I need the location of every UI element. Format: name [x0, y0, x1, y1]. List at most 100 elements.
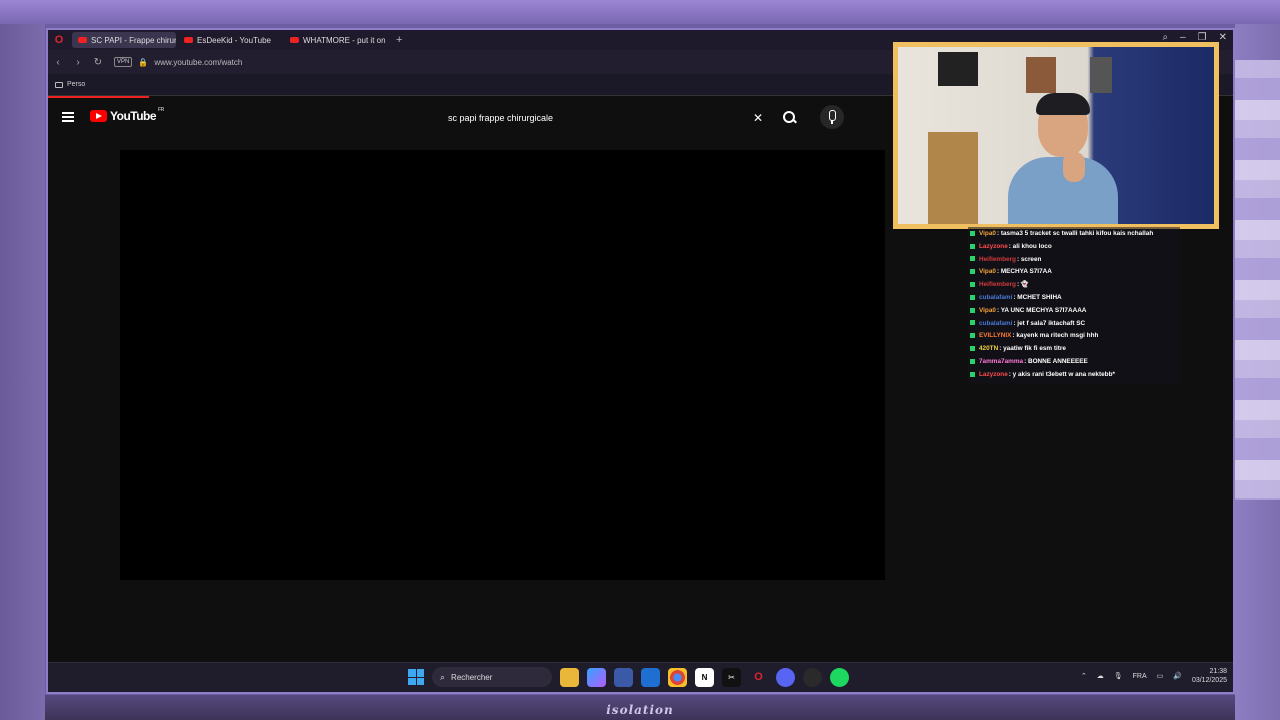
badge-icon: [970, 358, 975, 364]
volume-icon[interactable]: 🔊: [1173, 672, 1182, 680]
close-button[interactable]: ✕: [1219, 32, 1227, 43]
video-player[interactable]: [120, 150, 885, 580]
badge-icon: [970, 269, 975, 275]
vpn-badge[interactable]: VPN: [114, 57, 133, 67]
chat-username: EVILLYNIX: [979, 332, 1012, 340]
chat-message: Vipa0: MECHYA S7I7AA: [970, 266, 1178, 279]
cloud-icon[interactable]: ☁: [1097, 672, 1104, 680]
microphone-tray-icon[interactable]: 🎙: [1114, 672, 1123, 680]
menu-icon[interactable]: [62, 112, 74, 122]
forward-button[interactable]: ›: [68, 57, 88, 68]
chat-username: Vipa0: [979, 230, 996, 237]
streamer: [1008, 93, 1118, 224]
search-icon: ⌕: [440, 671, 446, 682]
chat-message: 420TN: yaatiw fik fi esm titre: [970, 343, 1178, 356]
capcut-icon[interactable]: ✂: [722, 667, 741, 687]
chat-text: : tasma3 5 tracket sc twalli tahki kifou…: [996, 230, 1154, 237]
chat-username: 420TN: [979, 345, 999, 353]
tab-sc-papi[interactable]: SC PAPI - Frappe chirurgi: [72, 32, 176, 48]
wall-poster: [938, 52, 978, 86]
search-input[interactable]: sc papi frappe chirurgicale ✕: [438, 108, 768, 128]
badge-icon: [970, 294, 975, 300]
chat-text: : yaatiw fik fi esm titre: [999, 345, 1066, 353]
wall-poster: [1026, 57, 1056, 93]
badge-icon: [970, 243, 975, 249]
badge-icon: [970, 333, 975, 339]
youtube-favicon-icon: [184, 37, 193, 43]
tab-esdeekid[interactable]: EsDeeKid - YouTube: [178, 32, 282, 48]
chat-username: Lazyzone: [979, 242, 1008, 250]
chat-username: Heifiemberg: [979, 281, 1016, 289]
webcam-overlay: [893, 42, 1219, 229]
chat-text: : y akis rani t3ebett w ana nektebb*: [1008, 370, 1115, 378]
search-icon[interactable]: [780, 108, 800, 128]
chat-text: : kayenk ma ritech msgi hhh: [1012, 332, 1099, 340]
youtube-logo-text: YouTube: [110, 109, 157, 123]
taskbar-search[interactable]: ⌕ Rechercher: [432, 667, 552, 687]
opera-logo-icon[interactable]: O: [52, 33, 66, 47]
chat-message: cubalafami: MCHET SHIHA: [970, 292, 1178, 305]
stream-chat: Vipa0: tasma3 5 tracket sc twalli tahki …: [968, 227, 1180, 383]
lock-icon[interactable]: 🔒: [138, 58, 148, 67]
tab-label: EsDeeKid - YouTube: [197, 35, 271, 45]
chat-text: : BONNE ANNEEEEE: [1024, 357, 1088, 365]
badge-icon: [970, 345, 975, 351]
tab-label: WHATMORE - put it on he: [303, 35, 388, 45]
youtube-favicon-icon: [290, 37, 299, 43]
badge-icon: [970, 320, 975, 326]
chat-username: 7amma7amma: [979, 357, 1024, 365]
chat-message: Heifiemberg: screen: [970, 254, 1178, 267]
folder-icon: [55, 81, 63, 88]
tab-whatmore[interactable]: WHATMORE - put it on he: [284, 32, 388, 48]
bookmark-folder-perso[interactable]: Perso: [67, 81, 85, 88]
chat-text: : MECHYA S7I7AA: [996, 268, 1052, 276]
chat-username: Vipa0: [979, 268, 996, 276]
chat-message: EVILLYNIX: kayenk ma ritech msgi hhh: [970, 330, 1178, 343]
outlook-icon[interactable]: [641, 667, 660, 687]
obs-icon[interactable]: [803, 667, 822, 687]
background-poster: [1232, 60, 1280, 500]
youtube-play-icon: [90, 110, 107, 122]
record-shelf: [928, 132, 978, 224]
clock[interactable]: 21:38 03/12/2025: [1192, 667, 1227, 685]
chat-text: : jet f sala7 iktachaft SC: [1013, 319, 1086, 327]
copilot-icon[interactable]: [587, 667, 606, 687]
windows-taskbar: ⌕ Rechercher N ✂ O ⌃ ☁ 🎙 FRA ▭ 🔊 21:38 0: [48, 662, 1233, 692]
chat-text: : YA UNC MECHYA S7I7AAAA: [996, 306, 1087, 314]
url-field[interactable]: www.youtube.com/watch: [154, 58, 242, 67]
chat-username: Lazyzone: [979, 370, 1008, 378]
spotify-icon[interactable]: [830, 667, 849, 687]
clock-date: 03/12/2025: [1191, 677, 1227, 684]
network-icon[interactable]: ▭: [1157, 672, 1164, 680]
store-icon[interactable]: [614, 667, 633, 687]
new-tab-button[interactable]: +: [396, 34, 402, 46]
file-explorer-icon[interactable]: [560, 667, 579, 687]
taskbar-search-label: Rechercher: [451, 672, 493, 682]
chat-message: 7amma7amma: BONNE ANNEEEEE: [970, 356, 1178, 369]
chrome-icon[interactable]: [668, 667, 687, 687]
chat-message: Heifiemberg: 👻: [970, 279, 1178, 292]
notion-icon[interactable]: N: [695, 667, 714, 687]
wall-poster: [1090, 57, 1112, 93]
discord-icon[interactable]: [776, 667, 795, 687]
badge-icon: [970, 307, 975, 313]
chevron-up-icon[interactable]: ⌃: [1081, 672, 1087, 680]
chat-username: Heifiemberg: [979, 255, 1016, 263]
start-button[interactable]: [408, 669, 424, 685]
back-button[interactable]: ‹: [48, 57, 68, 68]
youtube-logo[interactable]: YouTube FR: [90, 107, 164, 123]
clear-search-icon[interactable]: ✕: [748, 111, 768, 125]
chat-text: : ali khou loco: [1008, 242, 1052, 250]
reload-button[interactable]: ↻: [88, 57, 108, 68]
chat-message: Vipa0: YA UNC MECHYA S7I7AAAA: [970, 305, 1178, 318]
language-indicator[interactable]: FRA: [1133, 673, 1147, 680]
chat-message: cubalafami: jet f sala7 iktachaft SC: [970, 318, 1178, 331]
chat-message: Lazyzone: y akis rani t3ebett w ana nekt…: [970, 369, 1178, 382]
tab-label: SC PAPI - Frappe chirurgi: [91, 35, 176, 45]
opera-icon[interactable]: O: [749, 668, 768, 687]
badge-icon: [970, 230, 975, 236]
chat-username: cubalafami: [979, 319, 1013, 327]
microphone-icon[interactable]: [820, 105, 844, 129]
chat-message: Vipa0: tasma3 5 tracket sc twalli tahki …: [970, 228, 1178, 241]
chat-text: : screen: [1016, 255, 1042, 263]
